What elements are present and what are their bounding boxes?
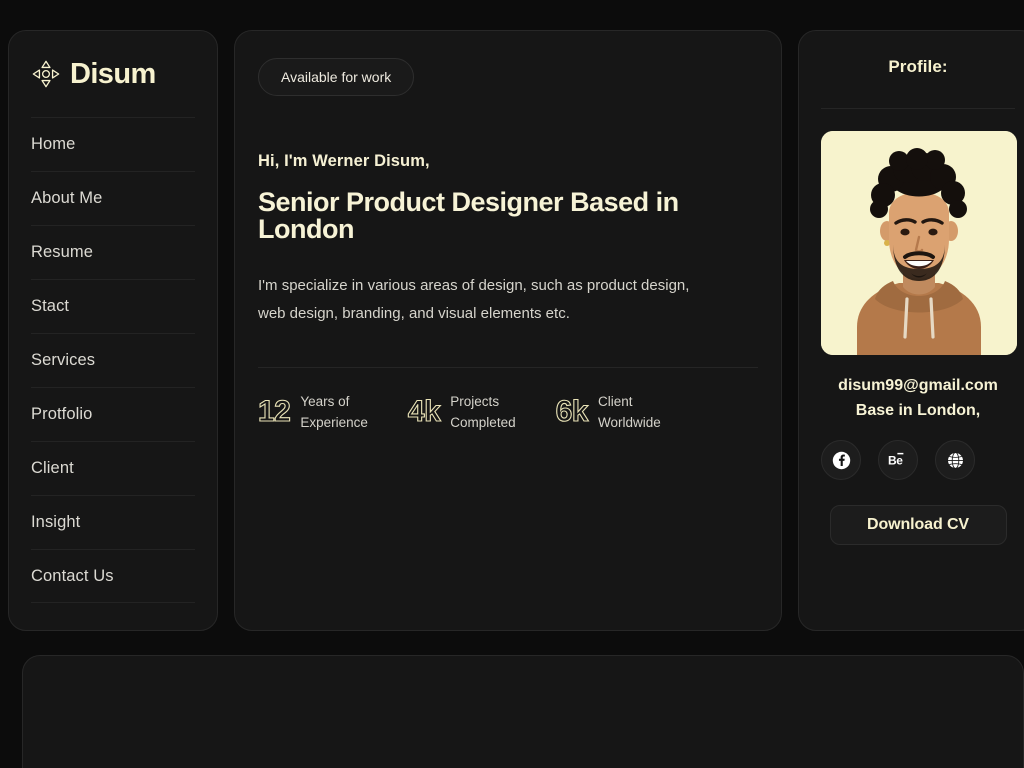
globe-icon[interactable] bbox=[935, 440, 975, 480]
sidebar-item-about-me[interactable]: About Me bbox=[31, 171, 195, 225]
behance-icon[interactable]: B e bbox=[878, 440, 918, 480]
sidebar-item-services[interactable]: Services bbox=[31, 333, 195, 387]
stat-label: Projects Completed bbox=[450, 394, 516, 430]
sidebar: Disum Home About Me Resume Stact Service… bbox=[8, 30, 218, 631]
hero-headline: Senior Product Designer Based in London bbox=[258, 187, 679, 244]
stat-value: 6k bbox=[555, 395, 589, 428]
sidebar-item-label: Client bbox=[31, 459, 74, 477]
portfolio-page: Disum Home About Me Resume Stact Service… bbox=[0, 0, 1024, 768]
svg-text:e: e bbox=[896, 454, 903, 468]
stat-value: 4k bbox=[407, 395, 441, 428]
bottom-section-card bbox=[22, 655, 1024, 768]
profile-location: Base in London, bbox=[855, 402, 981, 419]
sidebar-item-insight[interactable]: Insight bbox=[31, 495, 195, 549]
hero-greeting: Hi, I'm Werner Disum, bbox=[258, 152, 430, 170]
sidebar-item-label: Insight bbox=[31, 513, 81, 531]
availability-badge[interactable]: Available for work bbox=[258, 58, 415, 96]
sidebar-item-protfolio[interactable]: Protfolio bbox=[31, 387, 195, 441]
brand-logo[interactable]: Disum bbox=[31, 31, 195, 117]
stat-client-worldwide: 6k Client Worldwide bbox=[555, 391, 661, 433]
profile-email[interactable]: disum99@gmail.com bbox=[821, 373, 1015, 398]
stats-row: 12 Years of Experience 4k Projects Compl… bbox=[257, 391, 758, 433]
sidebar-item-label: About Me bbox=[31, 189, 103, 207]
social-links: B e bbox=[821, 440, 1015, 480]
sidebar-nav: Home About Me Resume Stact Services Prot… bbox=[31, 117, 195, 603]
sidebar-item-label: Stact bbox=[31, 297, 70, 315]
sidebar-item-resume[interactable]: Resume bbox=[31, 225, 195, 279]
sidebar-item-label: Contact Us bbox=[31, 566, 114, 585]
stat-label: Years of Experience bbox=[300, 394, 368, 430]
stat-projects-completed: 4k Projects Completed bbox=[407, 391, 516, 433]
sidebar-item-label: Home bbox=[31, 135, 76, 153]
brand-name: Disum bbox=[70, 57, 156, 90]
sidebar-item-label: Resume bbox=[31, 243, 94, 261]
avatar bbox=[821, 131, 1017, 355]
facebook-icon[interactable] bbox=[821, 440, 861, 480]
stat-years-of-experience: 12 Years of Experience bbox=[257, 391, 368, 433]
sidebar-item-stact[interactable]: Stact bbox=[31, 279, 195, 333]
sidebar-item-label: Services bbox=[31, 351, 96, 369]
profile-title: Profile: bbox=[888, 57, 948, 76]
hero-card: Available for work Hi, I'm Werner Disum,… bbox=[234, 30, 782, 631]
profile-divider bbox=[821, 108, 1015, 109]
sidebar-item-contact-us[interactable]: Contact Us bbox=[31, 549, 195, 603]
download-cv-button[interactable]: Download CV bbox=[829, 505, 1007, 545]
profile-card: Profile: disum99@gmail.com Base in Londo… bbox=[798, 30, 1024, 631]
sidebar-item-client[interactable]: Client bbox=[31, 441, 195, 495]
hero-about-text: I'm specialize in various areas of desig… bbox=[258, 277, 690, 322]
sidebar-item-label: Protfolio bbox=[31, 405, 93, 423]
stat-value: 12 bbox=[257, 395, 291, 428]
stat-label: Client Worldwide bbox=[597, 394, 661, 430]
four-direction-arrows-icon bbox=[31, 59, 61, 89]
stats-divider bbox=[258, 367, 758, 368]
sidebar-item-home[interactable]: Home bbox=[31, 117, 195, 171]
